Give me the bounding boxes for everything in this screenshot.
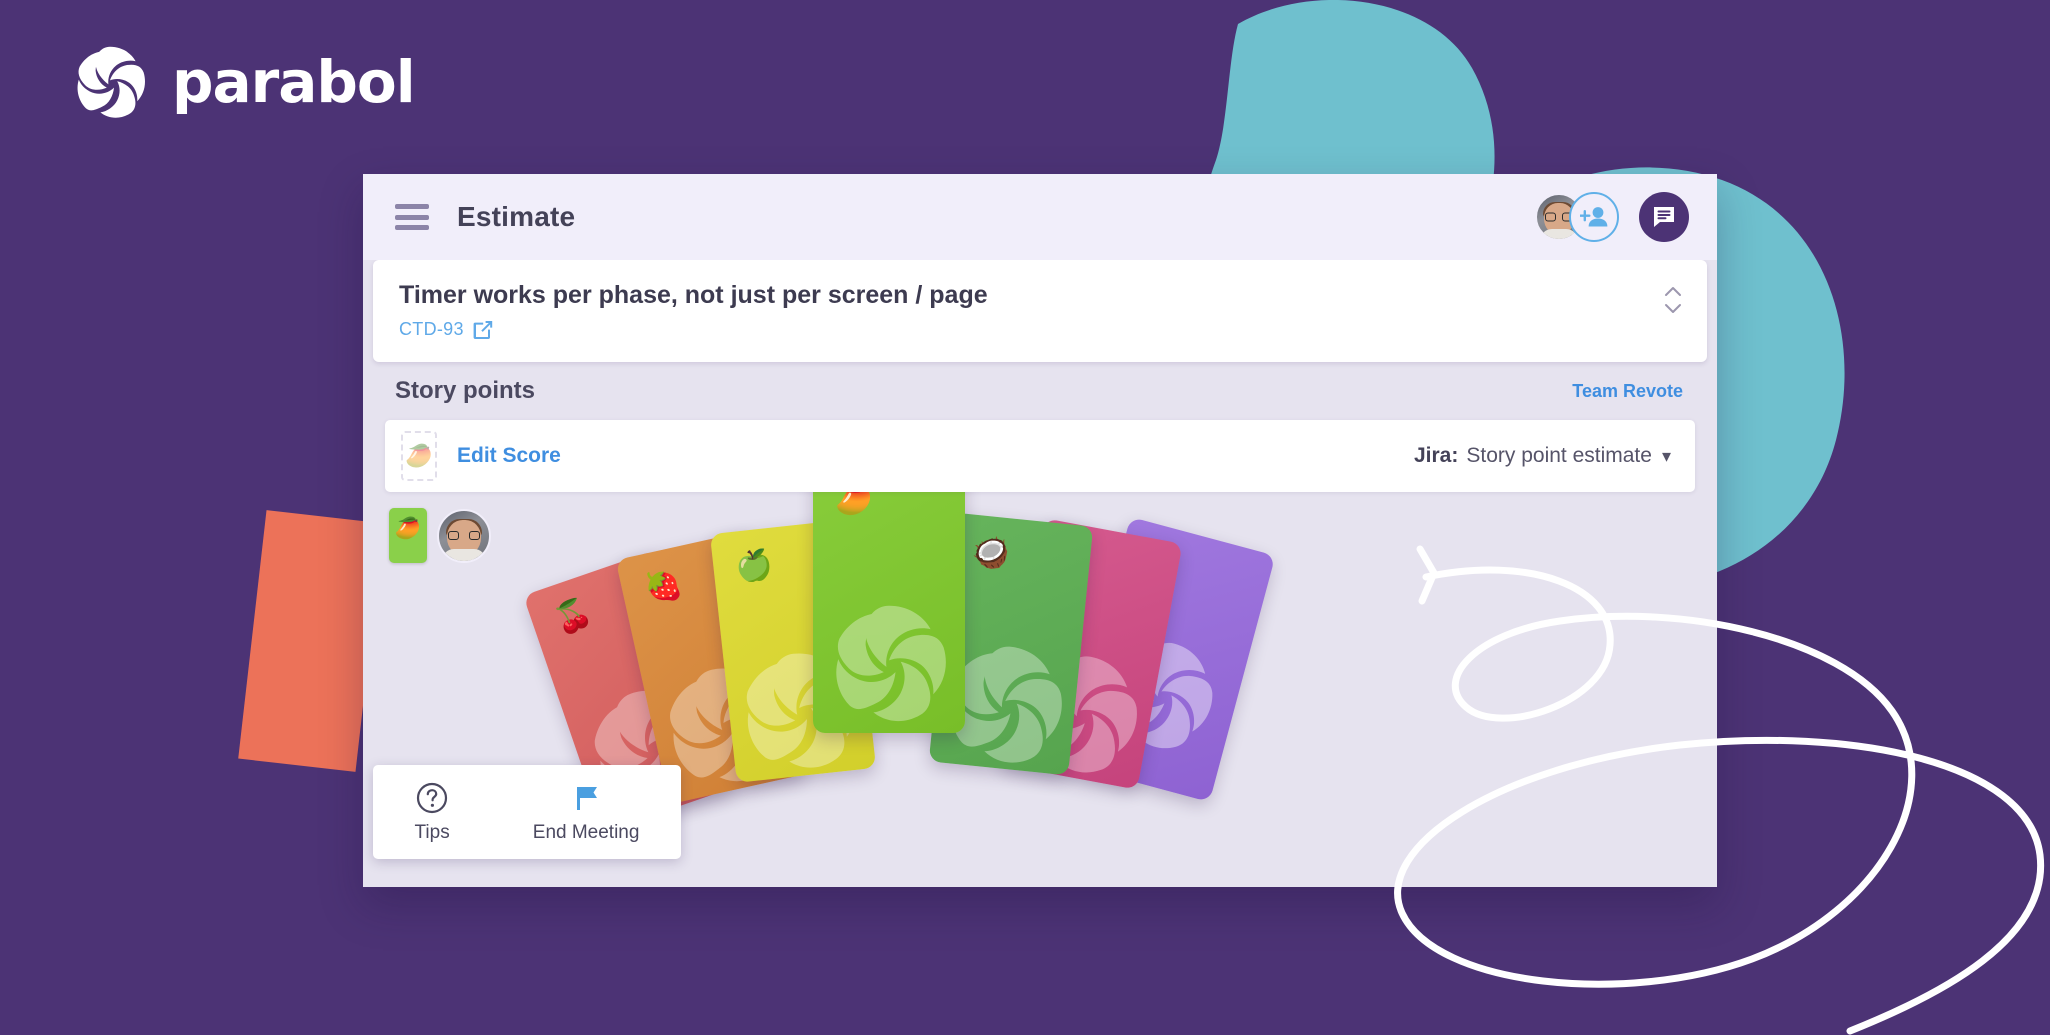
meeting-bottom-bar: Tips End Meeting [373, 765, 681, 859]
chat-button[interactable] [1639, 192, 1689, 242]
page-title: Estimate [457, 201, 576, 232]
add-user-icon [1580, 207, 1608, 227]
jira-field-value: Story point estimate [1466, 444, 1652, 467]
sort-down-icon [1665, 304, 1681, 313]
estimate-card-glyph: 🍓 [641, 566, 686, 608]
vote-card-glyph: 🥭 [394, 517, 422, 540]
story-points-heading: Story points [395, 377, 536, 404]
task-key: CTD-93 [399, 319, 464, 339]
task-sorter-button[interactable] [1663, 280, 1683, 314]
hamburger-menu-icon[interactable] [395, 204, 429, 230]
voters-row: 🥭 [363, 492, 1717, 563]
jira-field-dropdown[interactable]: Jira: Story point estimate ▾ [1414, 444, 1671, 468]
task-title: Timer works per phase, not just per scre… [399, 281, 988, 309]
tips-button[interactable]: Tips [415, 781, 450, 844]
coral-rectangle-shape [238, 510, 384, 772]
parabol-logo: parabol [70, 42, 416, 122]
estimate-card-glyph: 🍒 [550, 595, 597, 639]
team-revote-button[interactable]: Team Revote [1572, 381, 1683, 402]
chat-bubble-icon [1654, 207, 1674, 227]
end-meeting-label: End Meeting [532, 821, 640, 843]
voter-avatar[interactable] [437, 508, 491, 563]
chevron-down-icon: ▾ [1661, 446, 1671, 466]
help-circle-icon [417, 782, 448, 813]
empty-score-slot[interactable]: 🥭 [401, 431, 437, 481]
jira-service-label: Jira: [1414, 444, 1459, 467]
parabol-wordmark: parabol [172, 48, 416, 116]
parabol-watermark-icon [836, 605, 946, 721]
vote-card[interactable]: 🥭 [389, 508, 427, 563]
tips-label: Tips [414, 821, 450, 843]
story-points-header: Story points Team Revote [363, 362, 1717, 420]
page-root: parabol Estimate Timer works per phase, … [0, 0, 2050, 1035]
task-key-row: CTD-93 [399, 319, 988, 340]
end-meeting-button[interactable]: End Meeting [532, 781, 640, 844]
edit-score-button[interactable]: Edit Score [457, 444, 561, 468]
add-user-button[interactable] [1569, 192, 1619, 242]
flag-icon [577, 786, 598, 810]
task-card: Timer works per phase, not just per scre… [373, 260, 1707, 362]
score-placeholder-glyph: 🥭 [405, 443, 433, 468]
external-link-icon[interactable] [473, 320, 493, 340]
top-bar-actions [1535, 192, 1689, 242]
app-top-bar: Estimate [363, 174, 1717, 260]
dimension-row: 🥭 Edit Score Jira: Story point estimate … [385, 420, 1695, 492]
task-text-block: Timer works per phase, not just per scre… [399, 280, 988, 340]
parabol-app-window: Estimate Timer works per phase, not just… [363, 174, 1717, 887]
parabol-logo-icon [77, 46, 145, 118]
sort-up-down-icon [1665, 287, 1681, 296]
